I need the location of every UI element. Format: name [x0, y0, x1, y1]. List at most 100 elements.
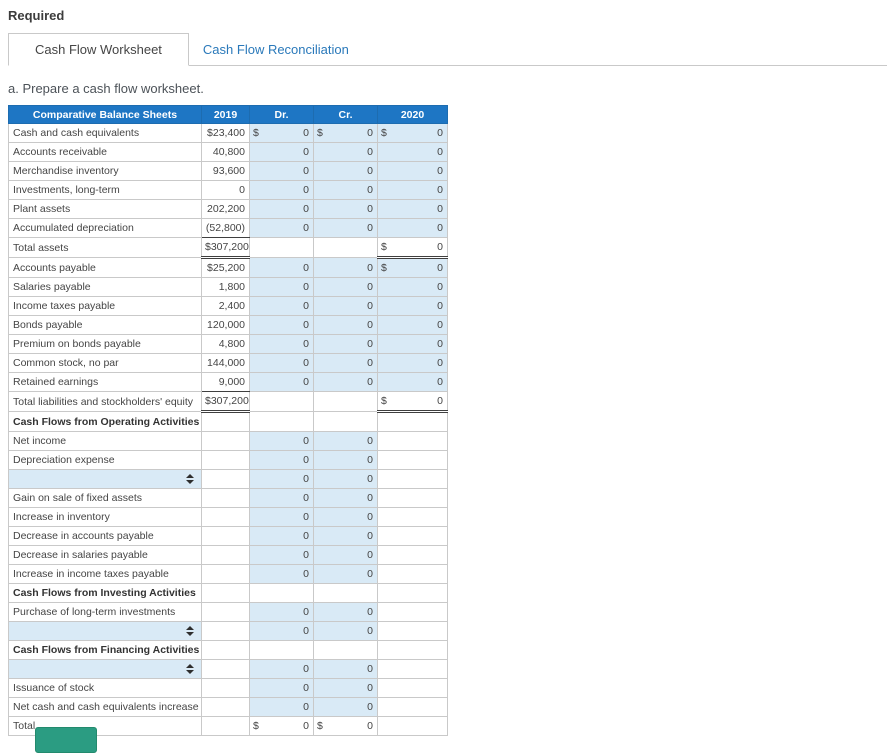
dr-cell[interactable]: 0 [249, 602, 314, 622]
cell-value: 0 [303, 203, 309, 215]
cr-cell[interactable]: 0 [313, 526, 378, 546]
cr-cell[interactable]: 0 [313, 659, 378, 679]
dr-cell[interactable]: 0 [249, 334, 314, 354]
cr-cell[interactable]: 0 [313, 180, 378, 200]
tab-cash-flow-worksheet[interactable]: Cash Flow Worksheet [8, 33, 189, 66]
dr-cell[interactable]: 0 [249, 315, 314, 335]
cr-cell[interactable]: 0 [313, 372, 378, 392]
cr-cell[interactable]: 0 [313, 507, 378, 527]
cell-value: 0 [437, 222, 443, 234]
account-label: Depreciation expense [8, 450, 202, 470]
account-select[interactable] [8, 659, 202, 679]
cell-value: 120,000 [207, 319, 245, 331]
cr-cell[interactable]: 0 [313, 315, 378, 335]
bottom-action-button[interactable] [35, 727, 97, 753]
y2020-cell[interactable]: 0 [377, 315, 448, 335]
dr-cell[interactable]: 0 [249, 142, 314, 162]
cr-cell[interactable]: $0 [313, 123, 378, 143]
cr-cell[interactable]: 0 [313, 564, 378, 584]
dr-cell[interactable]: 0 [249, 564, 314, 584]
cr-cell[interactable]: 0 [313, 450, 378, 470]
cell-value: 0 [437, 281, 443, 293]
cr-cell[interactable]: 0 [313, 334, 378, 354]
cr-cell[interactable]: 0 [313, 353, 378, 373]
table-row: Purchase of long-term investments 0 0 [8, 602, 448, 622]
dr-cell[interactable]: 0 [249, 507, 314, 527]
y2020-cell[interactable]: 0 [377, 199, 448, 219]
y2019-cell: $25,200 [201, 257, 250, 278]
cr-cell[interactable]: 0 [313, 218, 378, 238]
cell-value: 40,800 [212, 146, 245, 158]
account-label: Merchandise inventory [8, 161, 202, 181]
y2020-cell[interactable]: 0 [377, 180, 448, 200]
dr-cell[interactable]: 0 [249, 353, 314, 373]
account-label: Salaries payable [8, 277, 202, 297]
cr-cell[interactable]: 0 [313, 199, 378, 219]
cr-cell[interactable]: 0 [313, 277, 378, 297]
tab-cash-flow-reconciliation[interactable]: Cash Flow Reconciliation [189, 34, 363, 65]
dr-cell[interactable]: 0 [249, 257, 314, 278]
dr-cell[interactable]: 0 [249, 450, 314, 470]
account-select[interactable] [8, 621, 202, 641]
cell-value: 0 [367, 222, 373, 234]
dr-cell[interactable]: 0 [249, 526, 314, 546]
y2020-cell[interactable]: 0 [377, 353, 448, 373]
y2019-cell [201, 564, 250, 584]
dr-cell[interactable]: 0 [249, 621, 314, 641]
dr-cell[interactable]: 0 [249, 277, 314, 297]
y2020-cell[interactable]: 0 [377, 277, 448, 297]
cr-cell[interactable]: 0 [313, 469, 378, 489]
y2020-cell[interactable]: 0 [377, 161, 448, 181]
account-label: Issuance of stock [8, 678, 202, 698]
dr-cell[interactable]: 0 [249, 469, 314, 489]
y2020-cell[interactable]: 0 [377, 372, 448, 392]
y2019-cell: $307,200 [201, 237, 250, 259]
y2019-cell [201, 621, 250, 641]
y2020-cell[interactable]: $0 [377, 123, 448, 143]
y2020-cell [377, 450, 448, 470]
cr-cell[interactable]: 0 [313, 488, 378, 508]
cr-cell[interactable]: 0 [313, 257, 378, 278]
y2019-cell: 40,800 [201, 142, 250, 162]
table-row: Increase in income taxes payable 0 0 [8, 564, 448, 584]
cell-value: 0 [367, 376, 373, 388]
dr-cell[interactable]: 0 [249, 545, 314, 565]
cr-cell[interactable]: 0 [313, 431, 378, 451]
cr-cell[interactable]: 0 [313, 296, 378, 316]
y2020-cell[interactable]: 0 [377, 218, 448, 238]
y2020-cell[interactable]: $0 [377, 257, 448, 278]
dr-cell[interactable]: 0 [249, 161, 314, 181]
table-row: Total assets $307,200 $0 [8, 237, 448, 259]
cr-cell[interactable]: 0 [313, 545, 378, 565]
cell-value: 0 [367, 720, 373, 732]
dr-cell[interactable]: 0 [249, 431, 314, 451]
cr-cell[interactable]: 0 [313, 678, 378, 698]
dr-cell[interactable]: 0 [249, 199, 314, 219]
table-row: Cash Flows from Financing Activities [8, 640, 448, 660]
header-dr: Dr. [249, 105, 314, 124]
dr-cell[interactable]: $0 [249, 123, 314, 143]
dr-cell[interactable]: 0 [249, 372, 314, 392]
dr-cell[interactable]: 0 [249, 296, 314, 316]
cr-cell[interactable]: 0 [313, 621, 378, 641]
cell-value: 0 [367, 625, 373, 637]
y2020-cell [377, 469, 448, 489]
dr-cell[interactable]: 0 [249, 218, 314, 238]
dr-cell[interactable]: 0 [249, 678, 314, 698]
dropdown-spinner-icon [186, 626, 194, 636]
cr-cell[interactable]: 0 [313, 161, 378, 181]
cell-value: 0 [367, 319, 373, 331]
account-label: Accounts payable [8, 257, 202, 278]
y2020-cell[interactable]: 0 [377, 142, 448, 162]
account-select[interactable] [8, 469, 202, 489]
y2019-cell: 120,000 [201, 315, 250, 335]
cr-cell[interactable]: 0 [313, 602, 378, 622]
dr-cell[interactable]: 0 [249, 180, 314, 200]
cr-cell[interactable]: 0 [313, 142, 378, 162]
dr-cell[interactable]: 0 [249, 488, 314, 508]
dr-cell[interactable]: 0 [249, 659, 314, 679]
dr-cell[interactable]: 0 [249, 697, 314, 717]
y2020-cell[interactable]: 0 [377, 296, 448, 316]
y2020-cell[interactable]: 0 [377, 334, 448, 354]
cr-cell[interactable]: 0 [313, 697, 378, 717]
